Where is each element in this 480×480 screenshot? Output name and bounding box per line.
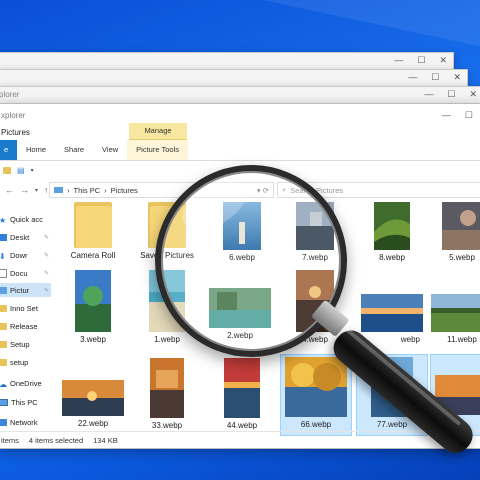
up-arrow-icon[interactable]: ↑: [44, 185, 49, 195]
status-selected-size: 134 KB: [93, 435, 118, 445]
image-thumbnail: [361, 294, 423, 332]
breadcrumb-separator: ›: [67, 185, 70, 195]
window-controls: — ☐ ✕: [394, 55, 447, 66]
image-thumbnail: [150, 358, 184, 418]
magnifier-lens-icon: [155, 165, 347, 357]
image-item-11[interactable]: 11.webp: [426, 294, 480, 344]
pin-icon: ✎: [43, 270, 49, 277]
window-title: xplorer: [1, 111, 26, 120]
maximize-icon[interactable]: ☐: [447, 89, 455, 100]
minimize-icon[interactable]: —: [394, 55, 403, 66]
sidebar-item-pictures[interactable]: Pictur ✎: [0, 283, 51, 297]
minimize-icon[interactable]: —: [424, 89, 433, 100]
tab-picture-tools[interactable]: Picture Tools: [127, 140, 188, 160]
image-item-5[interactable]: 5.webp: [426, 202, 480, 262]
image-item-44[interactable]: 44.webp: [206, 358, 278, 430]
window-controls: — ☐: [442, 110, 473, 121]
forward-arrow-icon[interactable]: →: [20, 185, 29, 195]
sidebar-item-this-pc[interactable]: This PC: [0, 395, 51, 409]
sidebar-item-setup-lower[interactable]: setup: [0, 355, 51, 369]
star-icon: ★: [0, 215, 7, 225]
image-thumbnail: [442, 202, 480, 250]
pictures-icon: [0, 286, 7, 294]
quick-access-toolbar: ▤ ▾: [0, 161, 34, 179]
image-item-66[interactable]: 66.webp: [280, 354, 352, 436]
cloud-icon: ☁: [0, 379, 7, 389]
image-thumbnail: [431, 294, 480, 332]
image-item-33[interactable]: 33.webp: [131, 358, 203, 430]
image-thumbnail: [285, 357, 347, 417]
title-bar: xplorer — ☐: [0, 104, 480, 126]
back-arrow-icon[interactable]: ←: [5, 185, 14, 195]
image-item-partial[interactable]: webp: [356, 294, 428, 344]
sidebar-item-release[interactable]: Release: [0, 319, 51, 333]
properties-icon[interactable]: ▤: [17, 166, 25, 175]
sidebar-item-downloads[interactable]: ⬇ Dowr ✎: [0, 248, 51, 262]
folder-icon: [0, 322, 7, 330]
folder-icon: [0, 340, 7, 348]
tab-view[interactable]: View: [93, 140, 127, 160]
status-selected-count: 4 items selected: [28, 435, 84, 445]
recent-dropdown-icon[interactable]: ▾: [35, 187, 38, 194]
folder-item-camera-roll[interactable]: Camera Roll: [57, 202, 129, 260]
chevron-down-icon[interactable]: ▾: [31, 167, 34, 174]
tab-home[interactable]: Home: [17, 140, 55, 160]
pc-icon: [0, 398, 8, 406]
status-bar: items 4 items selected 134 KB: [0, 431, 480, 448]
sidebar-item-setup[interactable]: Setup: [0, 337, 51, 351]
minimize-icon[interactable]: —: [408, 72, 417, 83]
navigation-pane: ★ Quick acc Deskt ✎ ⬇ Dowr ✎ Docu ✎ Pictur ✎ I…: [0, 206, 51, 436]
maximize-icon[interactable]: ☐: [417, 55, 425, 66]
window-controls: — ☐ ✕: [424, 89, 477, 100]
close-icon[interactable]: ✕: [453, 72, 461, 83]
sidebar-item-documents[interactable]: Docu ✎: [0, 266, 51, 280]
folder-icon: [74, 202, 112, 248]
tab-file[interactable]: e: [0, 140, 17, 160]
pictures-icon: [54, 187, 63, 193]
pin-icon: ✎: [43, 234, 49, 241]
documents-icon: [0, 268, 7, 278]
network-icon: [0, 418, 7, 426]
tab-share[interactable]: Share: [55, 140, 93, 160]
breadcrumb-pictures[interactable]: Pictures: [111, 186, 138, 195]
close-icon[interactable]: ✕: [439, 55, 447, 66]
window-title: plorer: [0, 90, 20, 99]
breadcrumb-this-pc[interactable]: This PC: [74, 186, 101, 195]
image-thumbnail: [62, 380, 124, 416]
image-item-3[interactable]: 3.webp: [57, 270, 129, 344]
maximize-icon[interactable]: ☐: [431, 72, 439, 83]
sidebar-item-quick-access[interactable]: ★ Quick acc: [0, 212, 51, 226]
image-item-22[interactable]: 22.webp: [57, 380, 129, 428]
sidebar-item-desktop[interactable]: Deskt ✎: [0, 230, 51, 244]
close-icon[interactable]: ✕: [469, 89, 477, 100]
image-thumbnail: [224, 358, 260, 418]
window-controls: — ☐ ✕: [408, 72, 461, 83]
maximize-icon[interactable]: ☐: [465, 110, 473, 121]
status-item-count: items: [1, 435, 19, 445]
minimize-icon[interactable]: —: [442, 110, 451, 121]
ribbon-tabs: e Home Share View Picture Tools: [0, 140, 480, 161]
pin-icon: ✎: [43, 287, 49, 294]
pin-icon: ✎: [43, 252, 49, 259]
sidebar-item-onedrive[interactable]: ☁ OneDrive: [0, 376, 51, 390]
image-thumbnail: [374, 202, 410, 250]
download-icon: ⬇: [0, 251, 6, 261]
sidebar-item-network[interactable]: Network: [0, 415, 51, 429]
image-item-8[interactable]: 8.webp: [356, 202, 428, 262]
folder-icon: [0, 304, 7, 312]
folder-icon: [0, 358, 7, 366]
sidebar-item-inno-setup[interactable]: Inno Set: [0, 301, 51, 315]
manage-context-tab[interactable]: Manage: [129, 123, 187, 140]
desktop-icon: [0, 233, 7, 241]
image-thumbnail: [75, 270, 111, 332]
location-title: Pictures: [1, 128, 30, 137]
folder-icon[interactable]: [3, 166, 11, 174]
breadcrumb-separator: ›: [104, 185, 107, 195]
